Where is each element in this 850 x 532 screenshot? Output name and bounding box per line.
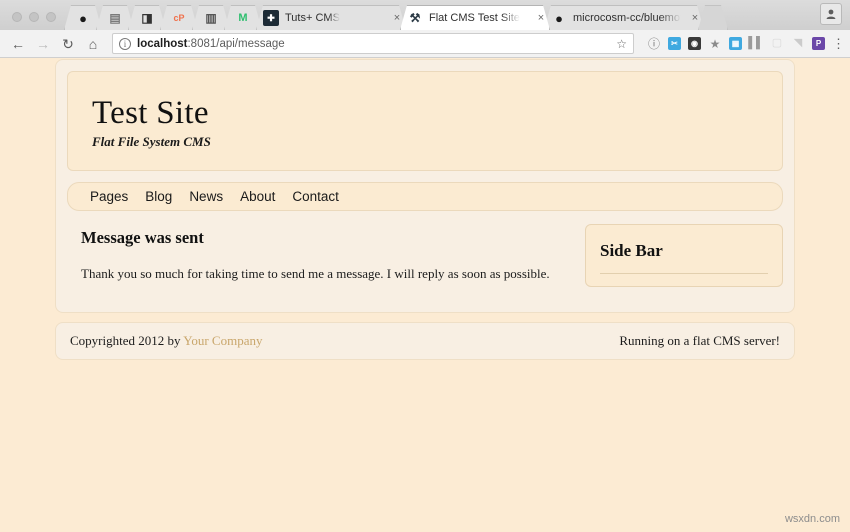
- url-path: :8081/api/message: [187, 37, 285, 50]
- tab-strip: ● ▤ ◨ cP ▥ M ✚ Tuts+ CMS × ⚒ Flat CMS Te…: [0, 0, 850, 30]
- nav-item-blog[interactable]: Blog: [145, 189, 172, 204]
- footer-server-note: Running on a flat CMS server!: [619, 332, 780, 348]
- browser-menu-icon[interactable]: ⋮: [832, 36, 845, 52]
- url-host: localhost: [137, 37, 188, 50]
- cpanel-icon: cP: [173, 12, 185, 23]
- reload-button[interactable]: ↻: [58, 34, 78, 54]
- watermark: wsxdn.com: [784, 513, 840, 525]
- page-viewport: Test Site Flat File System CMS Pages Blo…: [0, 59, 850, 532]
- main-content: Message was sent Thank you so much for t…: [67, 222, 571, 301]
- forward-button[interactable]: →: [33, 34, 53, 54]
- grey-book-icon: ▤: [109, 11, 121, 25]
- nav-item-pages[interactable]: Pages: [90, 189, 128, 204]
- sidebar-heading: Side Bar: [600, 241, 768, 274]
- browser-chrome: ● ▤ ◨ cP ▥ M ✚ Tuts+ CMS × ⚒ Flat CMS Te…: [0, 0, 850, 58]
- hammer-icon: ⚒: [409, 11, 421, 25]
- extension-toolbar: ⓘ ✂ ◉ ★ ▦ ▌▌ ▢ ◥ P ⋮: [645, 36, 845, 52]
- tutsplus-icon: ✚: [263, 10, 279, 26]
- site-navigation: Pages Blog News About Contact: [67, 181, 783, 211]
- close-window-button[interactable]: [12, 12, 22, 22]
- tab-title: Tuts+ CMS: [285, 12, 340, 24]
- tab-title: Flat CMS Test Site: [429, 12, 520, 24]
- close-tab-button[interactable]: ×: [685, 11, 699, 25]
- pinned-tab-6[interactable]: M: [224, 5, 262, 30]
- github-icon: ●: [555, 10, 563, 26]
- tab-flat-cms-test-site[interactable]: ⚒ Flat CMS Test Site ×: [400, 5, 550, 30]
- page-wrapper: Test Site Flat File System CMS Pages Blo…: [55, 59, 795, 360]
- page-title: Test Site: [92, 95, 209, 131]
- browser-toolbar: ← → ↻ ⌂ i localhost:8081/api/message ☆ ⓘ…: [0, 30, 850, 58]
- site-tagline: Flat File System CMS: [92, 133, 211, 149]
- content-heading: Message was sent: [81, 227, 204, 247]
- bookmark-star-icon[interactable]: ☆: [616, 37, 627, 51]
- nav-item-news[interactable]: News: [189, 189, 223, 204]
- glasses-extension-icon[interactable]: ◉: [688, 37, 701, 50]
- maximize-window-button[interactable]: [46, 12, 56, 22]
- site-panel: Test Site Flat File System CMS Pages Blo…: [55, 59, 795, 313]
- faded2-extension-icon[interactable]: ◥: [791, 37, 805, 51]
- faded-extension-icon[interactable]: ▢: [770, 37, 784, 51]
- nav-item-contact[interactable]: Contact: [292, 189, 339, 204]
- tab-tutsplus-cms[interactable]: ✚ Tuts+ CMS ×: [256, 5, 406, 30]
- footer-copyright: Copyrighted 2012 by Your Company: [70, 333, 262, 349]
- address-bar[interactable]: i localhost:8081/api/message ☆: [112, 33, 634, 54]
- star-extension-icon[interactable]: ★: [708, 37, 722, 51]
- pinned-tab-2[interactable]: ▤: [96, 5, 134, 30]
- home-button[interactable]: ⌂: [83, 34, 103, 54]
- new-tab-button[interactable]: [698, 5, 728, 30]
- close-tab-button[interactable]: ×: [531, 11, 545, 25]
- site-body: Message was sent Thank you so much for t…: [67, 222, 783, 301]
- url-text: localhost:8081/api/message: [137, 38, 285, 50]
- content-paragraph: Thank you so much for taking time to sen…: [81, 265, 550, 281]
- dictionary-icon: ▥: [205, 11, 217, 25]
- pinned-tab-3[interactable]: ◨: [128, 5, 166, 30]
- window-controls: [6, 12, 64, 30]
- info-circle-icon[interactable]: i: [119, 37, 131, 50]
- minimize-window-button[interactable]: [29, 12, 39, 22]
- tab-github-bluemonday[interactable]: ● microcosm-cc/bluemonday: b ×: [544, 5, 704, 30]
- site-sidebar: Side Bar: [585, 223, 783, 287]
- footer-company-link[interactable]: Your Company: [183, 333, 262, 348]
- mailchimp-icon: M: [238, 11, 248, 24]
- scissors-extension-icon[interactable]: ✂: [668, 37, 681, 50]
- pocket-extension-icon[interactable]: P: [812, 37, 825, 50]
- dark-circle-icon: ●: [79, 10, 87, 26]
- tab-title: microcosm-cc/bluemonday: b: [573, 12, 680, 24]
- info-extension-icon[interactable]: ⓘ: [647, 37, 661, 51]
- browser-window: ● ▤ ◨ cP ▥ M ✚ Tuts+ CMS × ⚒ Flat CMS Te…: [0, 0, 850, 532]
- site-footer: Copyrighted 2012 by Your Company Running…: [55, 321, 795, 360]
- close-tab-button[interactable]: ×: [387, 11, 401, 25]
- pinned-tab-5[interactable]: ▥: [192, 5, 230, 30]
- pinned-tab-4[interactable]: cP: [160, 5, 198, 30]
- nav-item-about[interactable]: About: [240, 189, 275, 204]
- pinned-tab-1[interactable]: ●: [64, 5, 102, 30]
- footer-copyright-text: Copyrighted 2012 by: [70, 332, 184, 348]
- site-header: Test Site Flat File System CMS: [67, 71, 783, 171]
- profile-avatar-icon[interactable]: [820, 3, 842, 25]
- dark-shape-icon: ◨: [141, 11, 153, 25]
- bars-extension-icon[interactable]: ▌▌: [748, 37, 764, 51]
- back-button[interactable]: ←: [8, 34, 28, 54]
- trello-extension-icon[interactable]: ▦: [729, 37, 742, 50]
